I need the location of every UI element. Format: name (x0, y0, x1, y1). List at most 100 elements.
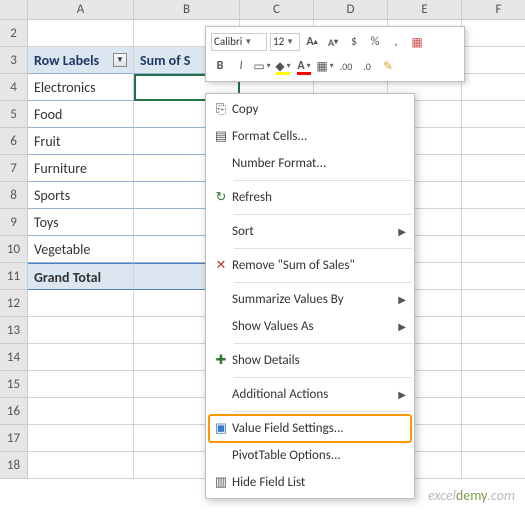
cell[interactable] (28, 290, 134, 317)
menu-hide-field-list[interactable]: ▥Hide Field List (206, 469, 414, 496)
pivot-item[interactable]: Sports (28, 182, 134, 209)
comma-format-button[interactable]: , (387, 33, 405, 51)
row-header[interactable]: 10 (0, 236, 28, 263)
cell[interactable] (462, 344, 525, 371)
font-size-combo[interactable]: 12▼ (270, 33, 300, 51)
row-header[interactable]: 2 (0, 20, 28, 47)
row-header[interactable]: 17 (0, 425, 28, 452)
menu-format-cells[interactable]: ▤Format Cells... (206, 123, 414, 150)
col-header-E[interactable]: E (388, 0, 462, 19)
pivot-filter-dropdown[interactable]: ▼ (113, 53, 127, 67)
cell[interactable] (462, 452, 525, 479)
col-header-C[interactable]: C (240, 0, 314, 19)
grand-total-label[interactable]: Grand Total (28, 263, 134, 290)
cell[interactable] (28, 425, 134, 452)
row-header[interactable]: 16 (0, 398, 28, 425)
pivot-item[interactable]: Fruit (28, 128, 134, 155)
cell[interactable] (28, 317, 134, 344)
menu-label: PivotTable Options... (232, 448, 406, 463)
cell[interactable] (28, 20, 134, 47)
row-header[interactable]: 3 (0, 47, 28, 74)
submenu-arrow-icon: ▶ (398, 225, 406, 238)
menu-number-format[interactable]: Number Format... (206, 150, 414, 177)
pivot-item[interactable]: Toys (28, 209, 134, 236)
row-header[interactable]: 6 (0, 128, 28, 155)
select-all-corner[interactable] (0, 0, 28, 20)
shrink-font-button[interactable]: A▾ (324, 33, 342, 51)
menu-show-details[interactable]: ✚Show Details (206, 347, 414, 374)
row-header[interactable]: 15 (0, 371, 28, 398)
borders-button[interactable]: ▭▾ (253, 57, 271, 75)
cell[interactable] (462, 398, 525, 425)
col-header-B[interactable]: B (134, 0, 240, 19)
menu-separator (234, 282, 412, 283)
row-header[interactable]: 13 (0, 317, 28, 344)
column-headers: A B C D E F (0, 0, 525, 20)
cell[interactable] (462, 290, 525, 317)
cell[interactable] (462, 128, 525, 155)
font-color-button[interactable]: A▾ (295, 57, 313, 75)
grow-font-button[interactable]: A▴ (303, 33, 321, 51)
cell[interactable] (28, 344, 134, 371)
menu-separator (234, 343, 412, 344)
menu-remove[interactable]: ✕Remove "Sum of Sales" (206, 252, 414, 279)
pivot-item[interactable]: Electronics (28, 74, 134, 101)
menu-additional-actions[interactable]: Additional Actions▶ (206, 381, 414, 408)
cell[interactable] (462, 74, 525, 101)
decrease-decimal-button[interactable]: .00 (337, 57, 355, 75)
italic-button[interactable]: I (232, 57, 250, 75)
menu-label: Value Field Settings... (232, 421, 406, 436)
cell[interactable] (462, 209, 525, 236)
menu-summarize-values[interactable]: Summarize Values By▶ (206, 286, 414, 313)
cell[interactable] (462, 236, 525, 263)
menu-refresh[interactable]: ↻Refresh (206, 184, 414, 211)
menu-copy[interactable]: ⎘Copy (206, 96, 414, 123)
cell[interactable] (462, 263, 525, 290)
cell[interactable] (462, 317, 525, 344)
row-header[interactable]: 12 (0, 290, 28, 317)
col-header-D[interactable]: D (314, 0, 388, 19)
row-header[interactable]: 5 (0, 101, 28, 128)
pivot-item[interactable]: Furniture (28, 155, 134, 182)
col-header-A[interactable]: A (28, 0, 134, 19)
menu-pivottable-options[interactable]: PivotTable Options... (206, 442, 414, 469)
row-header[interactable]: 18 (0, 452, 28, 479)
col-header-F[interactable]: F (462, 0, 525, 19)
menu-show-values-as[interactable]: Show Values As▶ (206, 313, 414, 340)
row-header[interactable]: 4 (0, 74, 28, 101)
cell[interactable] (462, 155, 525, 182)
menu-label: Summarize Values By (232, 292, 398, 307)
pivot-item[interactable]: Vegetable (28, 236, 134, 263)
menu-sort[interactable]: Sort▶ (206, 218, 414, 245)
row-header[interactable]: 8 (0, 182, 28, 209)
cell[interactable] (462, 101, 525, 128)
cell[interactable] (28, 452, 134, 479)
format-painter-icon[interactable]: ✎ (379, 57, 397, 75)
cell[interactable] (462, 425, 525, 452)
conditional-format-icon[interactable]: ▦ (408, 33, 426, 51)
cell[interactable] (28, 371, 134, 398)
row-header[interactable]: 14 (0, 344, 28, 371)
pivot-rowlabels-header[interactable]: Row Labels▼ (28, 47, 134, 74)
increase-decimal-button[interactable]: .0 (358, 57, 376, 75)
accounting-format-button[interactable]: $ (345, 33, 363, 51)
percent-format-button[interactable]: % (366, 33, 384, 51)
row-header[interactable]: 7 (0, 155, 28, 182)
cell[interactable] (462, 371, 525, 398)
watermark-part: excel (428, 487, 456, 504)
remove-icon: ✕ (210, 258, 232, 273)
font-family-combo[interactable]: Calibri▼ (211, 33, 267, 51)
bold-button[interactable]: B (211, 57, 229, 75)
refresh-icon: ↻ (210, 190, 232, 205)
cell[interactable] (462, 47, 525, 74)
menu-label: Show Details (232, 353, 406, 368)
menu-value-field-settings[interactable]: ▣Value Field Settings... (206, 415, 414, 442)
cell[interactable] (462, 20, 525, 47)
row-header[interactable]: 11 (0, 263, 28, 290)
fill-color-button[interactable]: ◆▾ (274, 57, 292, 75)
row-header[interactable]: 9 (0, 209, 28, 236)
merge-button[interactable]: ▦▾ (316, 57, 334, 75)
cell[interactable] (462, 182, 525, 209)
pivot-item[interactable]: Food (28, 101, 134, 128)
cell[interactable] (28, 398, 134, 425)
